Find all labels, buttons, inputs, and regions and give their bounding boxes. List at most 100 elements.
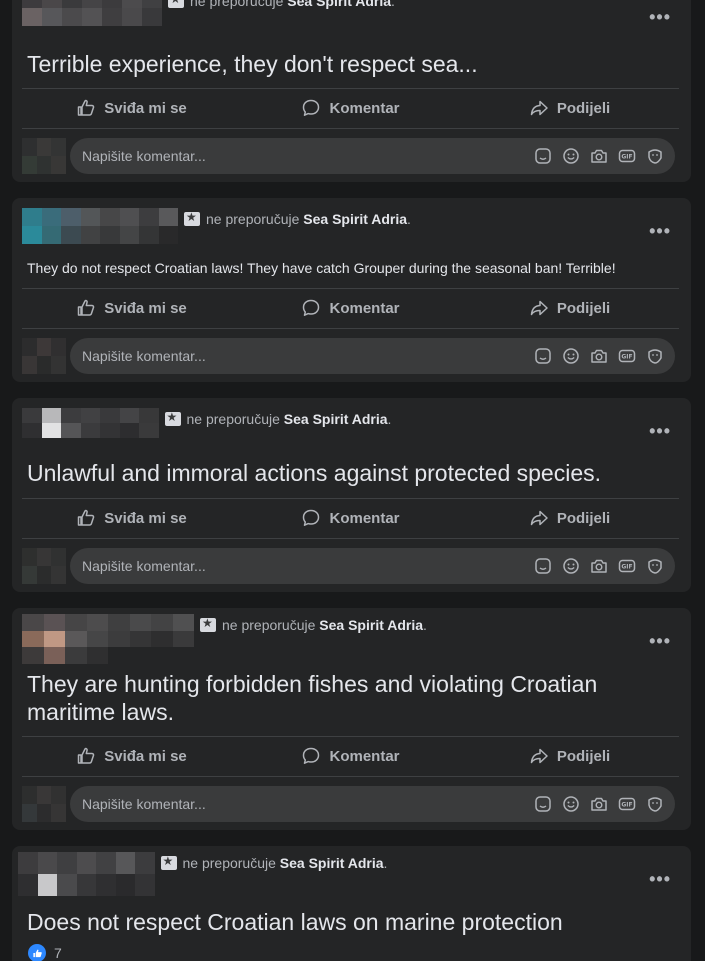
avatar[interactable]	[22, 208, 178, 244]
post-text: They are hunting forbidden fishes and vi…	[27, 671, 598, 725]
thumbs-up-icon	[77, 747, 95, 764]
sticker-icon[interactable]	[533, 346, 553, 366]
user-avatar[interactable]	[22, 338, 66, 374]
comment-label: Komentar	[329, 509, 400, 527]
thumbs-up-icon	[77, 509, 95, 526]
post-actions: Sviđa mi se Komentar Podijeli	[22, 89, 679, 127]
page-link[interactable]: Sea Spirit Adria	[303, 211, 407, 227]
post-meta: ne preporučuje Sea Spirit Adria.	[190, 0, 395, 10]
camera-icon[interactable]	[589, 346, 609, 366]
emoji-icon[interactable]	[561, 794, 581, 814]
share-button[interactable]: Podijeli	[460, 89, 679, 127]
comment-composer: Napišite komentar... GIF	[22, 338, 675, 374]
like-label: Sviđa mi se	[104, 509, 187, 527]
comment-icon	[303, 299, 320, 316]
not-recommend-icon	[200, 616, 216, 632]
emoji-icon[interactable]	[561, 556, 581, 576]
divider	[22, 128, 679, 129]
avatar[interactable]	[22, 614, 194, 664]
avatar[interactable]	[22, 0, 162, 26]
avatar-sticker-icon[interactable]	[645, 794, 665, 814]
share-icon	[530, 510, 548, 526]
post-text: Unlawful and immoral actions against pro…	[27, 460, 602, 486]
review-post: ne preporučuje Sea Spirit Adria. ••• Doe…	[12, 846, 691, 961]
share-button[interactable]: Podijeli	[460, 737, 679, 775]
post-meta: ne preporučuje Sea Spirit Adria.	[186, 411, 392, 427]
comment-icon	[303, 509, 320, 526]
user-avatar[interactable]	[22, 138, 66, 174]
review-post: ne preporučuje Sea Spirit Adria. ••• The…	[12, 198, 691, 382]
more-options-icon[interactable]: •••	[649, 222, 671, 240]
comment-button[interactable]: Komentar	[241, 737, 460, 775]
not-recommend-icon	[160, 854, 177, 870]
user-avatar[interactable]	[22, 786, 66, 822]
share-icon	[530, 300, 548, 316]
user-avatar[interactable]	[22, 548, 66, 584]
gif-icon[interactable]: GIF	[617, 556, 637, 576]
page-link[interactable]: Sea Spirit Adria	[319, 617, 423, 633]
camera-icon[interactable]	[589, 556, 609, 576]
avatar[interactable]	[22, 408, 159, 438]
thumbs-up-icon	[77, 99, 95, 116]
like-button[interactable]: Sviđa mi se	[22, 499, 241, 537]
post-actions: Sviđa mi se Komentar Podijeli	[22, 289, 679, 327]
comment-button[interactable]: Komentar	[241, 499, 460, 537]
comment-placeholder: Napišite komentar...	[82, 348, 206, 364]
more-options-icon[interactable]: •••	[649, 632, 671, 650]
post-meta: ne preporučuje Sea Spirit Adria.	[182, 855, 388, 871]
share-label: Podijeli	[556, 509, 611, 527]
like-button[interactable]: Sviđa mi se	[22, 89, 241, 127]
thumbs-up-icon	[77, 299, 95, 316]
emoji-icon[interactable]	[561, 346, 581, 366]
post-text: Does not respect Croatian laws on marine…	[27, 909, 563, 935]
avatar[interactable]	[18, 852, 155, 896]
gif-icon[interactable]: GIF	[617, 794, 637, 814]
comment-input[interactable]: Napišite komentar... GIF	[70, 138, 675, 174]
comment-button[interactable]: Komentar	[241, 89, 460, 127]
avatar-sticker-icon[interactable]	[645, 146, 665, 166]
comment-label: Komentar	[329, 299, 400, 317]
reaction-summary[interactable]: 7	[28, 944, 62, 961]
avatar-sticker-icon[interactable]	[645, 556, 665, 576]
camera-icon[interactable]	[589, 146, 609, 166]
post-header: ne preporučuje Sea Spirit Adria.	[18, 852, 388, 896]
reaction-count: 7	[54, 945, 62, 961]
review-post: ne preporučuje Sea Spirit Adria. ••• The…	[12, 608, 691, 830]
like-button[interactable]: Sviđa mi se	[22, 737, 241, 775]
more-options-icon[interactable]: •••	[649, 870, 671, 888]
comment-composer: Napišite komentar... GIF	[22, 786, 675, 822]
page-link[interactable]: Sea Spirit Adria	[284, 411, 388, 427]
svg-text:GIF: GIF	[621, 564, 632, 571]
comment-composer: Napišite komentar... GIF	[22, 138, 675, 174]
page-link[interactable]: Sea Spirit Adria	[287, 0, 391, 9]
sticker-icon[interactable]	[533, 794, 553, 814]
comment-button[interactable]: Komentar	[241, 289, 460, 327]
not-recommend-icon	[164, 410, 181, 426]
post-meta: ne preporučuje Sea Spirit Adria.	[206, 211, 411, 227]
gif-icon[interactable]: GIF	[617, 346, 637, 366]
emoji-icon[interactable]	[561, 146, 581, 166]
share-label: Podijeli	[556, 747, 611, 765]
gif-icon[interactable]: GIF	[617, 146, 637, 166]
share-label: Podijeli	[556, 99, 611, 117]
comment-input[interactable]: Napišite komentar... GIF	[70, 786, 675, 822]
post-actions: Sviđa mi se Komentar Podijeli	[22, 499, 679, 537]
post-header: ne preporučuje Sea Spirit Adria.	[22, 0, 395, 30]
post-text: They do not respect Croatian laws! They …	[27, 260, 616, 276]
post-header: ne preporučuje Sea Spirit Adria.	[22, 614, 427, 664]
like-button[interactable]: Sviđa mi se	[22, 289, 241, 327]
share-button[interactable]: Podijeli	[460, 499, 679, 537]
like-label: Sviđa mi se	[104, 99, 187, 117]
comment-input[interactable]: Napišite komentar... GIF	[70, 338, 675, 374]
comment-input[interactable]: Napišite komentar... GIF	[70, 548, 675, 584]
page-link[interactable]: Sea Spirit Adria	[280, 855, 384, 871]
comment-icon	[303, 99, 320, 116]
camera-icon[interactable]	[589, 794, 609, 814]
sticker-icon[interactable]	[533, 146, 553, 166]
more-options-icon[interactable]: •••	[649, 422, 671, 440]
avatar-sticker-icon[interactable]	[645, 346, 665, 366]
divider	[22, 776, 679, 777]
more-options-icon[interactable]: •••	[649, 8, 671, 26]
sticker-icon[interactable]	[533, 556, 553, 576]
share-button[interactable]: Podijeli	[460, 289, 679, 327]
